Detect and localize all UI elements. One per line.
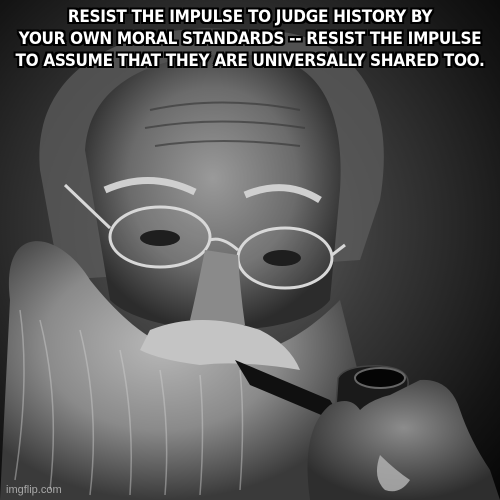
imgflip-watermark: imgflip.com [6, 484, 62, 496]
caption-line-1: RESIST THE IMPULSE TO JUDGE HISTORY BY [67, 7, 433, 27]
meme-image: RESIST THE IMPULSE TO JUDGE HISTORY BY Y… [0, 0, 500, 500]
caption-line-2: YOUR OWN MORAL STANDARDS -- RESIST THE I… [18, 29, 482, 49]
caption-line-3: TO ASSUME THAT THEY ARE UNIVERSALLY SHAR… [15, 51, 485, 71]
bearded-man-with-pipe-photo [0, 28, 500, 500]
meme-caption: RESIST THE IMPULSE TO JUDGE HISTORY BY Y… [6, 6, 494, 72]
